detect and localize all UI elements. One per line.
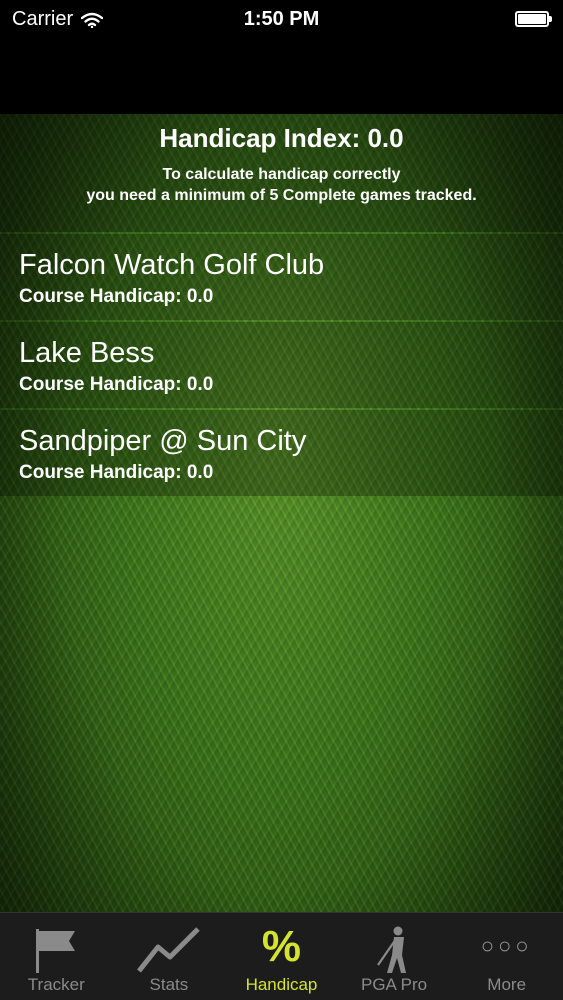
line-chart-icon: [136, 927, 200, 973]
course-name: Sandpiper @ Sun City: [19, 425, 307, 457]
handicap-note-line2: you need a minimum of 5 Complete games t…: [86, 187, 477, 204]
status-bar: Carrier 1:50 PM: [0, 0, 563, 40]
course-name: Falcon Watch Golf Club: [19, 249, 325, 281]
tab-label: PGA Pro: [361, 975, 428, 994]
battery-icon: [515, 11, 552, 27]
golfer-icon: [377, 926, 407, 973]
top-bar: Carrier 1:50 PM: [0, 0, 563, 114]
handicap-index-title: Handicap Index: 0.0: [159, 123, 404, 153]
tab-label: Stats: [149, 975, 189, 994]
handicap-note: To calculate handicap correctly you need…: [0, 164, 563, 206]
flag-icon: [36, 929, 76, 973]
more-dots-icon: ○○○: [480, 933, 533, 958]
handicap-header: Handicap Index: 0.0 To calculate handica…: [0, 114, 563, 232]
percent-icon: %: [261, 922, 302, 971]
tab-stats[interactable]: Stats: [113, 913, 226, 1000]
tab-handicap[interactable]: % Handicap: [225, 913, 338, 1000]
course-list: Falcon Watch Golf Club Course Handicap: …: [0, 234, 563, 498]
tab-bar: Tracker Stats % Handicap PGA Pro ○○○ Mor…: [0, 912, 563, 1000]
tab-tracker[interactable]: Tracker: [0, 913, 113, 1000]
tab-more[interactable]: ○○○ More: [450, 913, 563, 1000]
status-time: 1:50 PM: [243, 8, 320, 30]
course-handicap: Course Handicap: 0.0: [19, 374, 214, 395]
tab-label: Handicap: [245, 975, 318, 994]
tab-label: More: [487, 975, 527, 994]
tab-label: Tracker: [27, 975, 85, 994]
handicap-screen: Carrier 1:50 PM Handicap Index: 0.0 To c…: [0, 0, 563, 1000]
handicap-note-line1: To calculate handicap correctly: [162, 166, 401, 183]
course-handicap: Course Handicap: 0.0: [19, 286, 214, 307]
course-handicap: Course Handicap: 0.0: [19, 462, 214, 483]
tab-pga-pro[interactable]: PGA Pro: [338, 913, 451, 1000]
course-item-sandpiper[interactable]: Sandpiper @ Sun City Course Handicap: 0.…: [0, 410, 563, 496]
course-item-falcon-watch[interactable]: Falcon Watch Golf Club Course Handicap: …: [0, 234, 563, 320]
course-item-lake-bess[interactable]: Lake Bess Course Handicap: 0.0: [0, 322, 563, 408]
course-name: Lake Bess: [19, 337, 155, 369]
